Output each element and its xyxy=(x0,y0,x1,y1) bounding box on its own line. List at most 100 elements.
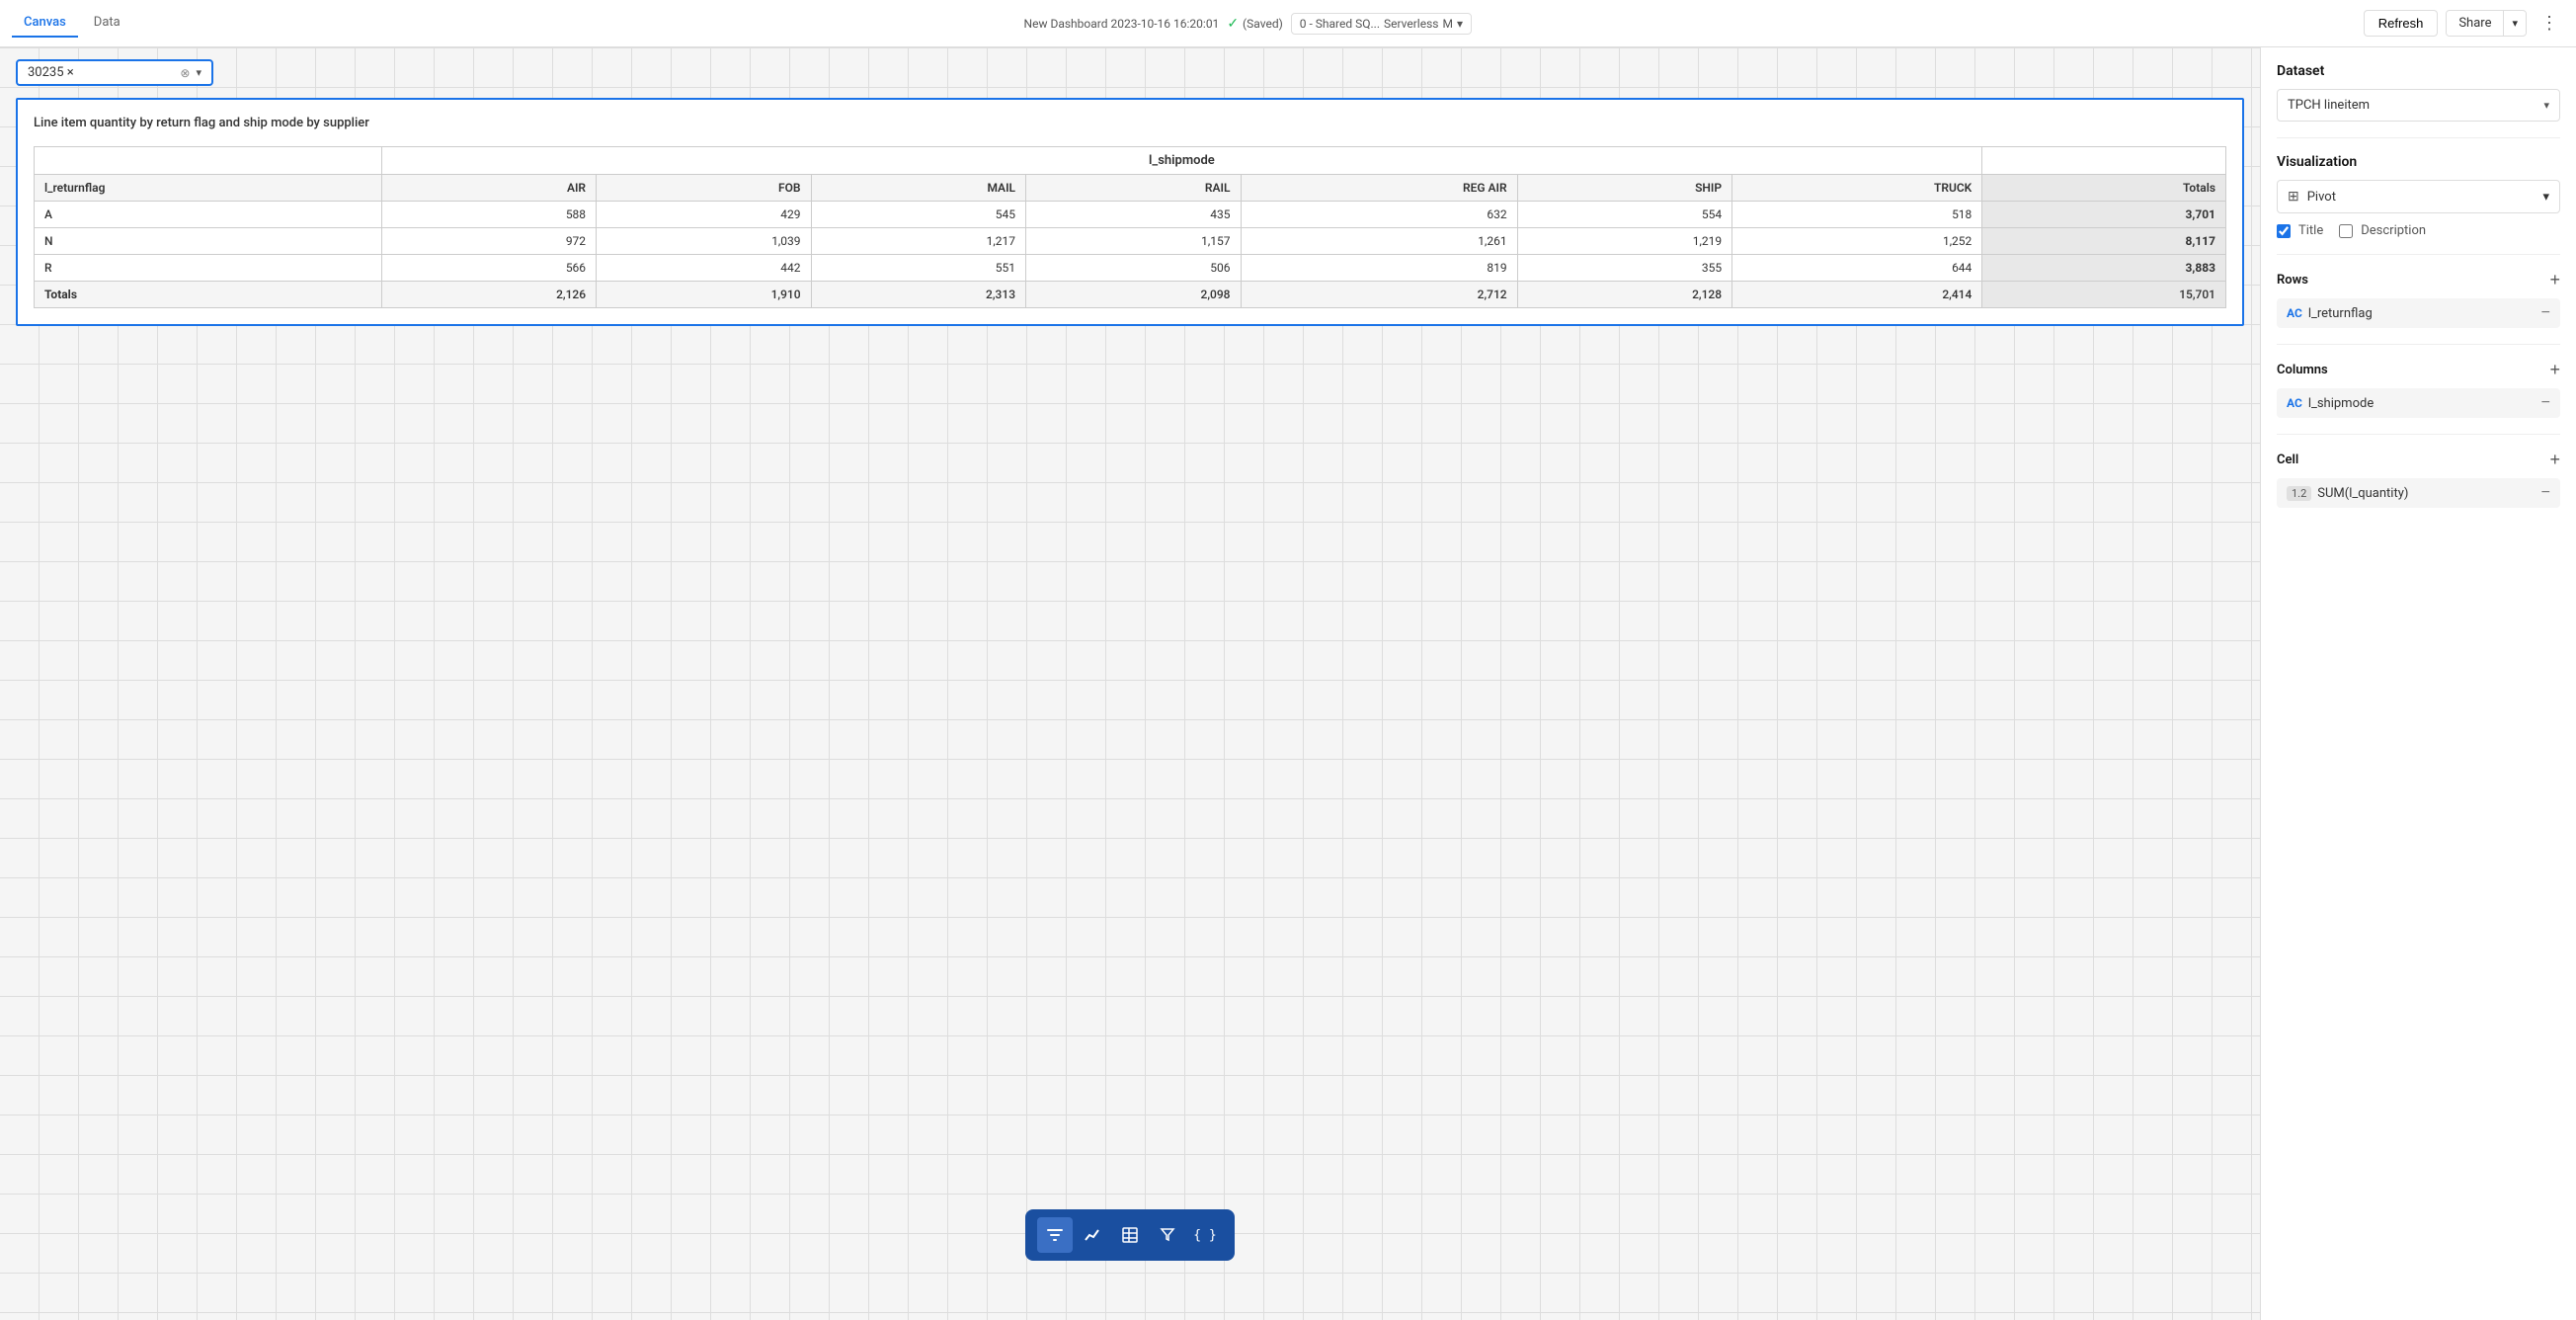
cell-section: Cell + 1.2 SUM(l_quantity) − xyxy=(2277,451,2560,508)
col-header-rail: RAIL xyxy=(1026,175,1241,202)
col-header-returnflag: l_returnflag xyxy=(35,175,382,202)
toolbar-filter-button[interactable] xyxy=(1037,1217,1073,1253)
cell-1-6: 1,252 xyxy=(1732,228,1982,255)
toolbar-code-button[interactable]: { } xyxy=(1187,1217,1223,1253)
columns-section: Columns + AC l_shipmode − xyxy=(2277,361,2560,418)
saved-badge: ✓ (Saved) xyxy=(1227,16,1282,32)
saved-label: (Saved) xyxy=(1243,17,1283,31)
toolbar-funnel-button[interactable] xyxy=(1150,1217,1185,1253)
columns-field-remove-button[interactable]: − xyxy=(2541,394,2550,412)
cell-tag-left: 1.2 SUM(l_quantity) xyxy=(2287,486,2408,501)
filter-tag[interactable]: 30235 × ⊗ ▾ xyxy=(16,59,213,86)
cell-tag: 1.2 SUM(l_quantity) − xyxy=(2277,478,2560,508)
connection-type: Serverless xyxy=(1384,17,1439,31)
refresh-button[interactable]: Refresh xyxy=(2364,10,2439,37)
cell-1-1: 1,039 xyxy=(597,228,811,255)
col-header-fob: FOB xyxy=(597,175,811,202)
dashboard-title: New Dashboard 2023-10-16 16:20:01 xyxy=(1024,17,1220,31)
columns-section-header: Columns + xyxy=(2277,361,2560,378)
filter-arrow-icon[interactable]: ▾ xyxy=(196,66,201,79)
rows-field-name: l_returnflag xyxy=(2308,306,2373,321)
cell-section-header: Cell + xyxy=(2277,451,2560,468)
title-checkbox[interactable] xyxy=(2277,224,2291,238)
rows-field-remove-button[interactable]: − xyxy=(2541,304,2550,322)
share-label: Share xyxy=(2447,11,2504,36)
rows-add-button[interactable]: + xyxy=(2549,271,2560,289)
share-chevron-icon[interactable]: ▾ xyxy=(2504,12,2526,35)
viz-chevron-icon: ▾ xyxy=(2542,190,2549,205)
table-row: N9721,0391,2171,1571,2611,2191,2528,117 xyxy=(35,228,2226,255)
canvas-area[interactable]: 30235 × ⊗ ▾ Line item quantity by return… xyxy=(0,47,2260,1320)
cell-3-7: 15,701 xyxy=(1982,282,2226,308)
columns-field-name: l_shipmode xyxy=(2308,396,2374,411)
col-header-truck: TRUCK xyxy=(1732,175,1982,202)
tab-canvas[interactable]: Canvas xyxy=(12,9,78,38)
filter-clear-icon[interactable]: ⊗ xyxy=(180,66,190,80)
panel-divider-3 xyxy=(2277,344,2560,345)
tab-data[interactable]: Data xyxy=(82,9,132,38)
rows-field-tag: AC l_returnflag − xyxy=(2277,298,2560,328)
table-row: A5884295454356325545183,701 xyxy=(35,202,2226,228)
cell-add-button[interactable]: + xyxy=(2549,451,2560,468)
cell-tag-name: SUM(l_quantity) xyxy=(2317,486,2408,501)
cell-2-3: 506 xyxy=(1026,255,1241,282)
visualization-section: Visualization ⊞ Pivot ▾ Title Descriptio… xyxy=(2277,154,2560,238)
toolbar-chart-button[interactable] xyxy=(1075,1217,1110,1253)
tab-bar: Canvas Data xyxy=(12,9,132,38)
cell-0-0: 588 xyxy=(381,202,596,228)
cell-2-0: 566 xyxy=(381,255,596,282)
cell-0-4: 632 xyxy=(1241,202,1517,228)
cell-1-4: 1,261 xyxy=(1241,228,1517,255)
description-checkbox[interactable] xyxy=(2339,224,2353,238)
cell-3-4: 2,712 xyxy=(1241,282,1517,308)
panel-divider-4 xyxy=(2277,434,2560,435)
panel-divider-1 xyxy=(2277,137,2560,138)
rows-section-title: Rows xyxy=(2277,273,2308,288)
cell-3-2: 2,313 xyxy=(811,282,1025,308)
shipmode-header: l_shipmode xyxy=(381,147,1982,175)
more-button[interactable]: ⋮ xyxy=(2535,8,2564,39)
cell-0-7: 3,701 xyxy=(1982,202,2226,228)
dataset-select-label: TPCH lineitem xyxy=(2288,98,2370,113)
row-label-2: R xyxy=(35,255,382,282)
shipmode-header-row: l_shipmode xyxy=(35,147,2226,175)
chart-container: Line item quantity by return flag and sh… xyxy=(16,98,2244,326)
cell-0-2: 545 xyxy=(811,202,1025,228)
viz-select-label: Pivot xyxy=(2307,190,2336,205)
col-header-air: AIR xyxy=(381,175,596,202)
cell-1-0: 972 xyxy=(381,228,596,255)
connection-label: 0 - Shared SQ... xyxy=(1300,17,1380,31)
columns-field-tag: AC l_shipmode − xyxy=(2277,388,2560,418)
main-layout: 30235 × ⊗ ▾ Line item quantity by return… xyxy=(0,47,2576,1320)
rows-field-icon: AC xyxy=(2287,306,2302,320)
dataset-title: Dataset xyxy=(2277,63,2560,79)
cell-field-remove-button[interactable]: − xyxy=(2541,484,2550,502)
viz-select-left: ⊞ Pivot xyxy=(2288,189,2336,205)
row-label-3: Totals xyxy=(35,282,382,308)
title-checkbox-label: Title xyxy=(2298,223,2323,238)
cell-1-3: 1,157 xyxy=(1026,228,1241,255)
connection-size: M xyxy=(1442,17,1452,31)
pivot-icon: ⊞ xyxy=(2288,189,2299,205)
chevron-down-icon: ▾ xyxy=(1457,17,1463,31)
visualization-title: Visualization xyxy=(2277,154,2560,170)
cell-2-4: 819 xyxy=(1241,255,1517,282)
cell-2-5: 355 xyxy=(1517,255,1731,282)
cell-badge: 1.2 xyxy=(2287,486,2311,501)
col-header-ship: SHIP xyxy=(1517,175,1731,202)
toolbar-table-button[interactable] xyxy=(1112,1217,1148,1253)
connection-badge[interactable]: 0 - Shared SQ... Serverless M ▾ xyxy=(1291,13,1472,35)
topbar-actions: Refresh Share ▾ ⋮ xyxy=(2364,8,2564,39)
topbar: Canvas Data New Dashboard 2023-10-16 16:… xyxy=(0,0,2576,47)
row-label-0: A xyxy=(35,202,382,228)
check-icon: ✓ xyxy=(1227,16,1239,32)
table-row: Totals2,1261,9102,3132,0982,7122,1282,41… xyxy=(35,282,2226,308)
dataset-section: Dataset TPCH lineitem ▾ xyxy=(2277,63,2560,122)
dataset-select[interactable]: TPCH lineitem ▾ xyxy=(2277,89,2560,122)
viz-select[interactable]: ⊞ Pivot ▾ xyxy=(2277,180,2560,213)
cell-2-6: 644 xyxy=(1732,255,1982,282)
col-header-totals: Totals xyxy=(1982,175,2226,202)
share-button[interactable]: Share ▾ xyxy=(2446,10,2527,37)
cell-2-2: 551 xyxy=(811,255,1025,282)
columns-add-button[interactable]: + xyxy=(2549,361,2560,378)
